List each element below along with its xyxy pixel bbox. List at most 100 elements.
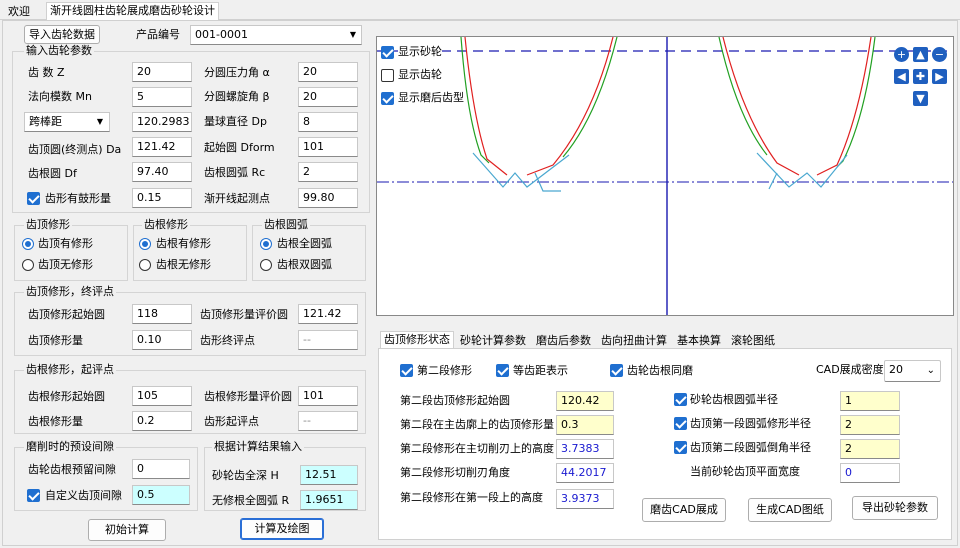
tab-main[interactable]: 渐开线圆柱齿轮展成磨齿砂轮设计 <box>46 2 219 21</box>
right-gear-flank-green <box>718 37 768 156</box>
pressure-angle-input[interactable]: 20 <box>298 62 358 82</box>
root-arc-double-radio[interactable] <box>260 259 272 271</box>
product-select[interactable]: 001-0001 ▼ <box>190 25 362 45</box>
root-arc-full-label: 齿根全圆弧 <box>277 237 332 250</box>
root-mod-amount-label: 齿根修形量 <box>28 415 83 428</box>
export-wheel-params-button[interactable]: 导出砂轮参数 <box>852 496 938 520</box>
tip-mod-amount-input[interactable]: 0.10 <box>132 330 192 350</box>
flat-width-input[interactable]: 0 <box>840 463 900 483</box>
show-gear-label: 显示齿轮 <box>398 68 442 82</box>
wheel-depth-input[interactable]: 12.51 <box>300 465 358 485</box>
tip-mod-yes-label: 齿顶有修形 <box>38 237 93 250</box>
show-gear-checkbox[interactable] <box>381 69 394 82</box>
helix-angle-input[interactable]: 20 <box>298 87 358 107</box>
crown-checkbox[interactable] <box>27 192 40 205</box>
tip-mod-eval-input[interactable]: 121.42 <box>298 304 358 324</box>
row5-input[interactable]: 3.9373 <box>556 489 614 509</box>
r1-input[interactable]: 1 <box>840 391 900 411</box>
arrow-down-icon[interactable]: ▼ <box>913 91 928 106</box>
arrow-up-icon[interactable]: ▲ <box>913 47 928 62</box>
custom-tip-gap-checkbox[interactable] <box>27 489 40 502</box>
wheel-depth-label: 砂轮齿全深 H <box>212 469 279 482</box>
r2-checkbox[interactable] <box>674 417 687 430</box>
import-gear-data-button[interactable]: 导入齿轮数据 <box>24 25 100 44</box>
custom-tip-gap-input[interactable]: 0.5 <box>132 485 190 505</box>
crown-label: 齿形有鼓形量 <box>45 192 111 205</box>
tab-tip-mod-state[interactable]: 齿顶修形状态 <box>380 331 454 349</box>
row4-input[interactable]: 44.2017 <box>556 463 614 483</box>
plot-canvas[interactable]: 显示砂轮 显示齿轮 显示磨后齿型 + ▲ − ◀ ✚ ▶ ▼ <box>376 36 954 316</box>
root-arc-group <box>252 225 366 281</box>
root-mod-no-label: 齿根无修形 <box>156 258 211 271</box>
teeth-input[interactable]: 20 <box>132 62 192 82</box>
r2-label: 齿顶第一段圆弧修形半径 <box>690 417 811 430</box>
module-input[interactable]: 5 <box>132 87 192 107</box>
show-wheel-checkbox[interactable] <box>381 46 394 59</box>
same-grind-label: 齿轮齿根同磨 <box>627 364 693 377</box>
density-select[interactable]: 20 ⌄ <box>884 360 941 382</box>
row5-label: 第二段修形在第一段上的高度 <box>400 491 543 504</box>
root-mod-title: 齿根修形 <box>142 218 190 231</box>
tip-mod-start-input[interactable]: 118 <box>132 304 192 324</box>
flat-width-label: 当前砂轮齿顶平面宽度 <box>690 465 800 478</box>
tip-mod-yes-radio[interactable] <box>22 238 34 250</box>
row1-input[interactable]: 120.42 <box>556 391 614 411</box>
equal-pitch-checkbox[interactable] <box>496 364 509 377</box>
root-eval-title: 齿根修形，起评点 <box>24 363 116 376</box>
involute-start-input[interactable]: 99.80 <box>298 188 358 208</box>
profile-begin-input[interactable]: -- <box>298 411 358 431</box>
zoom-out-icon[interactable]: − <box>932 47 947 62</box>
start-circle-input[interactable]: 101 <box>298 137 358 157</box>
second-mod-label: 第二段修形 <box>417 364 472 377</box>
root-mod-group <box>133 225 247 281</box>
root-gap-input[interactable]: 0 <box>132 459 190 479</box>
second-mod-checkbox[interactable] <box>400 364 413 377</box>
right-gear-flank-red <box>722 37 800 176</box>
root-mod-eval-input[interactable]: 101 <box>298 386 358 406</box>
chevron-down-icon: ⌄ <box>926 365 935 376</box>
tip-diameter-input[interactable]: 121.42 <box>132 137 192 157</box>
cad-drawing-button[interactable]: 生成CAD图纸 <box>748 498 832 522</box>
cad-generate-button[interactable]: 磨齿CAD展成 <box>642 498 726 522</box>
r3-input[interactable]: 2 <box>840 439 900 459</box>
root-mod-no-radio[interactable] <box>139 259 151 271</box>
root-mod-start-input[interactable]: 105 <box>132 386 192 406</box>
root-arc-title: 齿根圆弧 <box>262 218 310 231</box>
r1-label: 砂轮齿根圆弧半径 <box>690 393 778 406</box>
span-select[interactable]: 跨棒距 ▼ <box>24 112 110 132</box>
helix-angle-label: 分圆螺旋角 β <box>204 90 270 103</box>
crown-input[interactable]: 0.15 <box>132 188 192 208</box>
root-mod-amount-input[interactable]: 0.2 <box>132 411 192 431</box>
span-select-value: 跨棒距 <box>29 115 62 128</box>
row4-label: 第二段修形切削刃角度 <box>400 466 510 479</box>
r2-input[interactable]: 2 <box>840 415 900 435</box>
tip-mod-no-radio[interactable] <box>22 259 34 271</box>
arrow-left-icon[interactable]: ◀ <box>894 69 909 84</box>
full-arc-radius-label: 无修根全圆弧 R <box>212 494 290 507</box>
row3-input[interactable]: 3.7383 <box>556 439 614 459</box>
pan-center-icon[interactable]: ✚ <box>913 69 928 84</box>
row2-input[interactable]: 0.3 <box>556 415 614 435</box>
root-mod-yes-radio[interactable] <box>139 238 151 250</box>
span-input[interactable]: 120.2983 <box>132 112 192 132</box>
tab-welcome[interactable]: 欢迎 <box>4 3 34 21</box>
r3-checkbox[interactable] <box>674 441 687 454</box>
calc-and-draw-button[interactable]: 计算及绘图 <box>240 518 324 540</box>
same-grind-checkbox[interactable] <box>610 364 623 377</box>
preset-gap-title: 磨削时的预设间隙 <box>24 440 116 453</box>
ball-diameter-input[interactable]: 8 <box>298 112 358 132</box>
chevron-down-icon: ▼ <box>96 117 103 126</box>
profile-end-input[interactable]: -- <box>298 330 358 350</box>
full-arc-radius-input[interactable]: 1.9651 <box>300 490 358 510</box>
tip-mod-start-label: 齿顶修形起始圆 <box>28 308 105 321</box>
root-diameter-input[interactable]: 97.40 <box>132 162 192 182</box>
r1-checkbox[interactable] <box>674 393 687 406</box>
r3-label: 齿顶第二段圆弧倒角半径 <box>690 441 811 454</box>
arrow-right-icon[interactable]: ▶ <box>932 69 947 84</box>
show-ground-checkbox[interactable] <box>381 92 394 105</box>
root-arc-input[interactable]: 2 <box>298 162 358 182</box>
right-gear-flank-green-right <box>836 37 876 168</box>
zoom-in-icon[interactable]: + <box>894 47 909 62</box>
initial-calc-button[interactable]: 初始计算 <box>88 519 166 541</box>
root-arc-full-radio[interactable] <box>260 238 272 250</box>
